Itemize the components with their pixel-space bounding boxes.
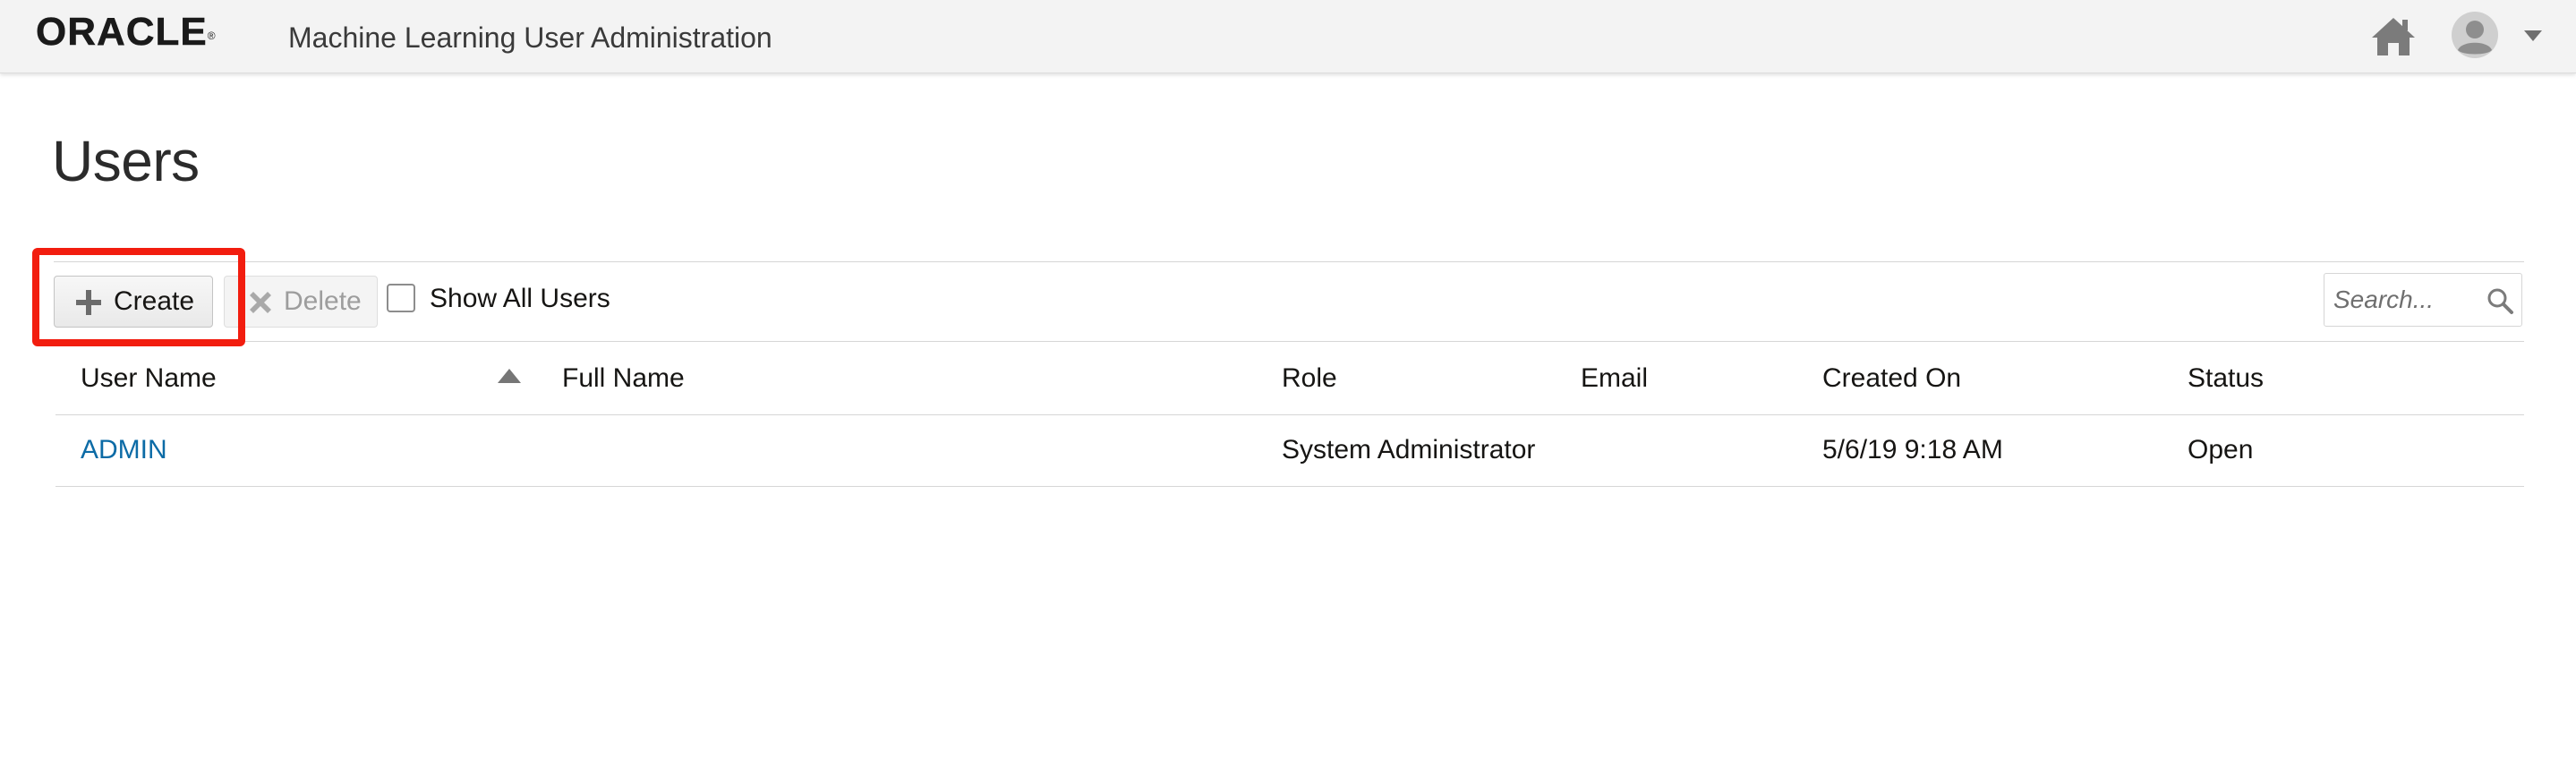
search-input[interactable]	[2333, 281, 2477, 319]
registered-mark: ®	[207, 30, 217, 42]
plus-icon	[76, 290, 101, 315]
x-icon	[250, 292, 271, 313]
status-cell: Open	[2188, 435, 2254, 464]
logo-text: ORACLE	[36, 10, 208, 54]
users-table: User Name Full Name Role Email Created O…	[55, 342, 2524, 487]
oracle-logo: ORACLE®	[36, 10, 217, 54]
delete-button[interactable]: Delete	[224, 276, 378, 328]
home-icon	[2372, 18, 2415, 55]
user-avatar-icon	[2452, 12, 2498, 58]
table-toolbar: Create Delete Show All Users	[54, 261, 2524, 342]
column-header-created-on[interactable]: Created On	[1822, 342, 1961, 415]
sort-ascending-icon[interactable]	[498, 369, 521, 383]
home-button[interactable]	[2370, 14, 2417, 59]
column-header-full-name[interactable]: Full Name	[562, 342, 685, 415]
user-menu-button[interactable]	[2451, 11, 2549, 63]
create-button[interactable]: Create	[54, 276, 213, 328]
role-cell: System Administrator	[1282, 435, 1536, 464]
created-on-cell: 5/6/19 9:18 AM	[1822, 435, 2003, 464]
app-title: Machine Learning User Administration	[288, 21, 772, 54]
column-header-status[interactable]: Status	[2188, 342, 2264, 415]
search-icon[interactable]	[2486, 286, 2514, 315]
table-row[interactable]: ADMIN System Administrator 5/6/19 9:18 A…	[55, 415, 2524, 487]
column-header-role[interactable]: Role	[1282, 342, 1337, 415]
chevron-down-icon	[2524, 30, 2542, 41]
page-title: Users	[52, 129, 200, 193]
show-all-users-checkbox[interactable]	[387, 284, 415, 312]
table-header-row: User Name Full Name Role Email Created O…	[55, 342, 2524, 415]
create-button-label: Create	[114, 286, 195, 316]
app-header: ORACLE® Machine Learning User Administra…	[0, 0, 2576, 73]
delete-button-label: Delete	[284, 286, 362, 316]
user-name-link[interactable]: ADMIN	[81, 415, 167, 485]
column-header-user-name[interactable]: User Name	[81, 342, 217, 415]
search-box	[2324, 273, 2522, 327]
show-all-users-label[interactable]: Show All Users	[430, 284, 610, 314]
column-header-email[interactable]: Email	[1581, 342, 1648, 415]
